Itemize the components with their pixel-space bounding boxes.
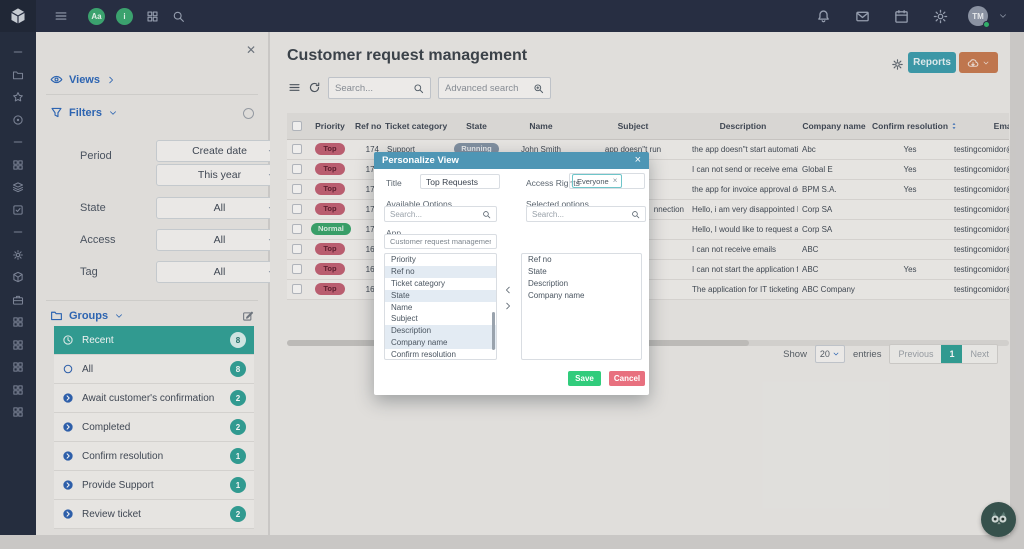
selected-options-items: Ref noStateDescriptionCompany name — [522, 254, 641, 302]
selected-options-search-input[interactable] — [527, 210, 631, 219]
selected-option[interactable]: Ref no — [522, 254, 641, 266]
access-rights-tag: Everyone × — [572, 174, 622, 188]
available-option[interactable]: Confirm resolution — [385, 349, 496, 360]
available-options-list: PriorityRef noTicket categoryStateNameSu… — [384, 253, 497, 360]
available-option[interactable]: Ticket category — [385, 278, 496, 290]
move-left-icon[interactable] — [503, 285, 513, 295]
search-icon — [482, 210, 491, 219]
selected-option[interactable]: Company name — [522, 290, 641, 302]
remove-tag-icon[interactable]: × — [613, 176, 618, 186]
available-option[interactable]: Subject — [385, 313, 496, 325]
modal-title: Personalize View — [382, 155, 459, 166]
personalize-view-modal: Personalize View × Title Access Rights E… — [374, 152, 649, 395]
save-button[interactable]: Save — [568, 371, 601, 386]
access-rights-field[interactable]: Everyone × — [569, 173, 645, 189]
available-option[interactable]: Company name — [385, 337, 496, 349]
selected-option[interactable]: Description — [522, 278, 641, 290]
available-options-search-input[interactable] — [385, 210, 482, 219]
modal-header: Personalize View × — [374, 152, 649, 169]
available-option[interactable]: State — [385, 290, 496, 302]
list-scrollbar[interactable] — [492, 312, 495, 350]
access-rights-value: Everyone — [577, 177, 609, 186]
selected-option[interactable]: State — [522, 266, 641, 278]
available-option[interactable]: Ref no — [385, 266, 496, 278]
available-options-items: PriorityRef noTicket categoryStateNameSu… — [385, 254, 496, 360]
modal-close-icon[interactable]: × — [635, 155, 641, 166]
move-right-icon[interactable] — [503, 301, 513, 311]
selected-options-list: Ref noStateDescriptionCompany name — [521, 253, 642, 360]
selected-options-search — [526, 206, 646, 222]
owl-icon — [987, 508, 1011, 532]
search-icon — [631, 210, 640, 219]
available-option[interactable]: Name — [385, 302, 496, 314]
available-option[interactable]: Priority — [385, 254, 496, 266]
app-input[interactable] — [384, 234, 497, 249]
cancel-button[interactable]: Cancel — [609, 371, 645, 386]
assistant-mascot-button[interactable] — [981, 502, 1016, 537]
view-title-input[interactable] — [420, 174, 500, 189]
available-option[interactable]: Description — [385, 325, 496, 337]
available-options-search — [384, 206, 497, 222]
title-label: Title — [386, 178, 402, 188]
transfer-arrows — [503, 285, 513, 311]
